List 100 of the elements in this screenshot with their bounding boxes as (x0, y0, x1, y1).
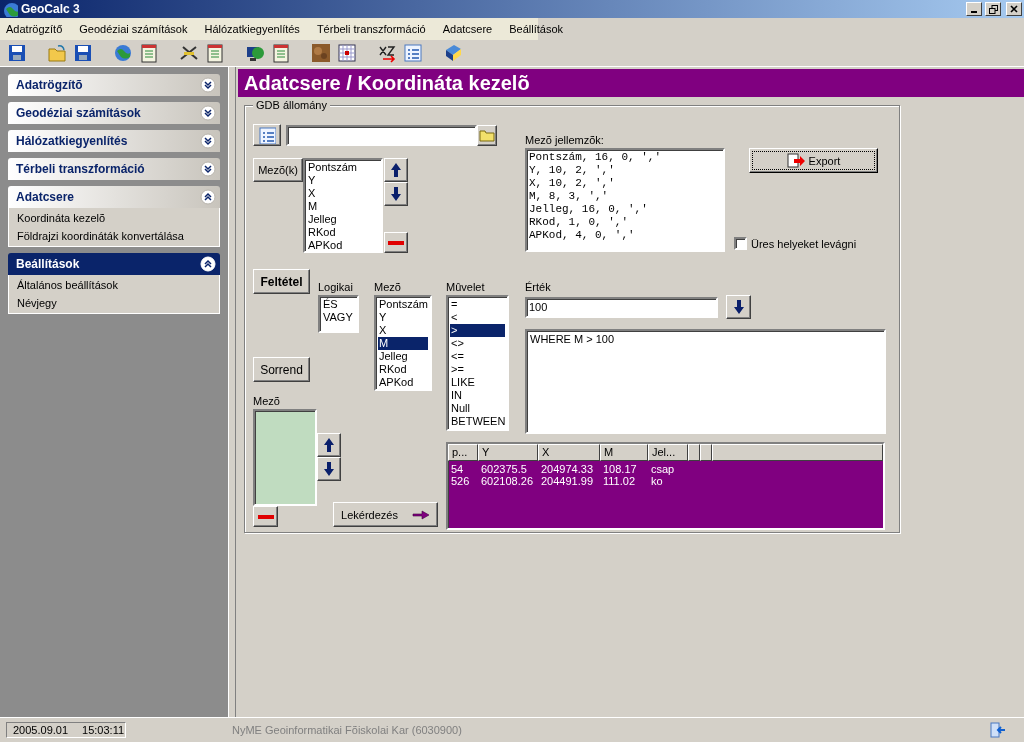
column-header[interactable]: M (600, 444, 648, 461)
logic-list[interactable]: ÉS VAGY (318, 295, 359, 333)
expand-icon[interactable] (200, 105, 216, 121)
query-text-box[interactable]: WHERE M > 100 (525, 329, 886, 434)
exit-door-icon[interactable] (988, 721, 1006, 739)
remove-button[interactable] (384, 232, 408, 253)
list-item[interactable]: BETWEEN (450, 415, 505, 428)
panel-header[interactable]: Geodéziai számítások (8, 102, 220, 124)
axes-icon[interactable] (377, 43, 397, 63)
list-item[interactable]: Pontszám (378, 298, 428, 311)
up-arrow-icon (321, 436, 337, 454)
save-icon[interactable] (7, 43, 27, 63)
restore-button[interactable] (985, 2, 1001, 16)
list-icon-button[interactable] (253, 124, 281, 146)
field-list[interactable]: Pontszám Y X M Jelleg RKod APKod (374, 295, 432, 391)
list-item[interactable]: Y (307, 174, 379, 187)
browse-button[interactable] (477, 124, 497, 146)
column-header[interactable]: p... (448, 444, 478, 461)
menu-item[interactable]: Térbeli transzformáció (316, 23, 433, 35)
list-item[interactable]: RKod (378, 363, 428, 376)
list-item[interactable]: Jelleg (378, 350, 428, 363)
list-item[interactable]: LIKE (450, 376, 505, 389)
column-header[interactable]: Y (478, 444, 538, 461)
sidebar-item[interactable]: Általános beállítások (17, 279, 211, 291)
panel-header[interactable]: Hálózatkiegyenlítés (8, 130, 220, 152)
file-field[interactable] (286, 124, 477, 146)
expand-icon[interactable] (200, 161, 216, 177)
remove-button[interactable] (253, 506, 278, 527)
expand-icon[interactable] (200, 133, 216, 149)
fields-button[interactable]: Mezõ(k) (253, 158, 303, 182)
list-item[interactable]: VAGY (322, 311, 355, 324)
list-item[interactable]: Y (378, 311, 428, 324)
sidebar-item[interactable]: Földrajzi koordináták konvertálása (17, 230, 211, 242)
column-header[interactable] (688, 444, 700, 461)
fields-list[interactable]: Pontszám Y X M Jelleg RKod APKod (303, 158, 383, 253)
column-header[interactable] (700, 444, 712, 461)
panel-header[interactable]: Adatcsere (8, 186, 220, 208)
menu-item[interactable]: Geodéziai számítások (79, 23, 195, 35)
order-button[interactable]: Sorrend (253, 357, 310, 382)
grid-icon[interactable] (337, 43, 357, 63)
condition-button[interactable]: Feltétel (253, 269, 310, 294)
move-down-button[interactable] (317, 457, 341, 481)
expand-icon[interactable] (200, 77, 216, 93)
list-item[interactable]: Pontszám (307, 161, 379, 174)
menu-item[interactable]: Adatcsere (442, 23, 500, 35)
export-button[interactable]: Export (749, 148, 878, 173)
save-icon[interactable] (73, 43, 93, 63)
field-props-box[interactable]: Pontszám, 16, 0, ',' Y, 10, 2, ',' X, 10, 2, ',' M, 8, 3, ',' Jelleg, 16, 0, ',' RKod, 1, 0, ',' APKod, 4, 0, ',' (525, 148, 725, 252)
collapse-icon[interactable] (200, 189, 216, 205)
query-button[interactable]: Lekérdezés (333, 502, 438, 527)
sidebar-item[interactable]: Koordináta kezelõ (17, 212, 211, 224)
list-item[interactable]: Jelleg (307, 213, 379, 226)
move-up-button[interactable] (317, 433, 341, 457)
panel-header[interactable]: Térbeli transzformáció (8, 158, 220, 180)
list-item[interactable]: M (307, 200, 379, 213)
list-item[interactable]: APKod (378, 376, 428, 389)
folder-icon[interactable] (47, 43, 67, 63)
table-cell: 111.02 (603, 475, 635, 487)
list-item[interactable]: X (378, 324, 428, 337)
list-item[interactable]: > (450, 324, 505, 337)
list-item[interactable]: APKod (307, 239, 379, 252)
sidebar-item[interactable]: Névjegy (17, 297, 211, 309)
value-field[interactable]: 100 (525, 296, 718, 318)
list-item[interactable]: <= (450, 350, 505, 363)
menu-item[interactable]: Beállítások (509, 23, 571, 35)
list-item[interactable]: = (450, 298, 505, 311)
globe-icon[interactable] (113, 43, 133, 63)
menu-item[interactable]: Hálózatkiegyenlítés (204, 23, 307, 35)
document-icon[interactable] (205, 43, 225, 63)
list-item[interactable]: < (450, 311, 505, 324)
checkbox-label[interactable]: Üres helyeket levágni (751, 237, 857, 250)
list-item[interactable]: Null (450, 402, 505, 415)
move-up-button[interactable] (384, 158, 408, 182)
panel-header[interactable]: Beállítások (8, 253, 220, 275)
minimize-button[interactable] (966, 2, 982, 16)
list-item[interactable]: <> (450, 337, 505, 350)
move-down-button[interactable] (384, 182, 408, 206)
insert-button[interactable] (726, 295, 751, 319)
document-icon[interactable] (139, 43, 159, 63)
checkbox[interactable] (734, 237, 747, 250)
app-globe-icon (2, 1, 18, 17)
splitter[interactable] (228, 67, 236, 717)
column-header[interactable]: Jel... (648, 444, 688, 461)
document-icon[interactable] (271, 43, 291, 63)
list-item[interactable]: RKod (307, 226, 379, 239)
close-button[interactable] (1006, 2, 1022, 16)
list-item[interactable]: ÉS (322, 298, 355, 311)
order-list[interactable] (253, 409, 317, 506)
menu-item[interactable]: Adatrögzítő (6, 23, 70, 35)
tools-icon[interactable] (179, 43, 199, 63)
panel-header[interactable]: Adatrögzítõ (8, 74, 220, 96)
texture-icon[interactable] (311, 43, 331, 63)
list-item[interactable]: >= (450, 363, 505, 376)
column-header[interactable] (712, 444, 883, 461)
list-item[interactable]: M (378, 337, 428, 350)
list-item[interactable]: IN (450, 389, 505, 402)
list-icon[interactable] (403, 43, 423, 63)
operation-list[interactable]: = < > <> <= >= LIKE IN Null BETWEEN (446, 295, 509, 431)
column-header[interactable]: X (538, 444, 600, 461)
list-item[interactable]: X (307, 187, 379, 200)
